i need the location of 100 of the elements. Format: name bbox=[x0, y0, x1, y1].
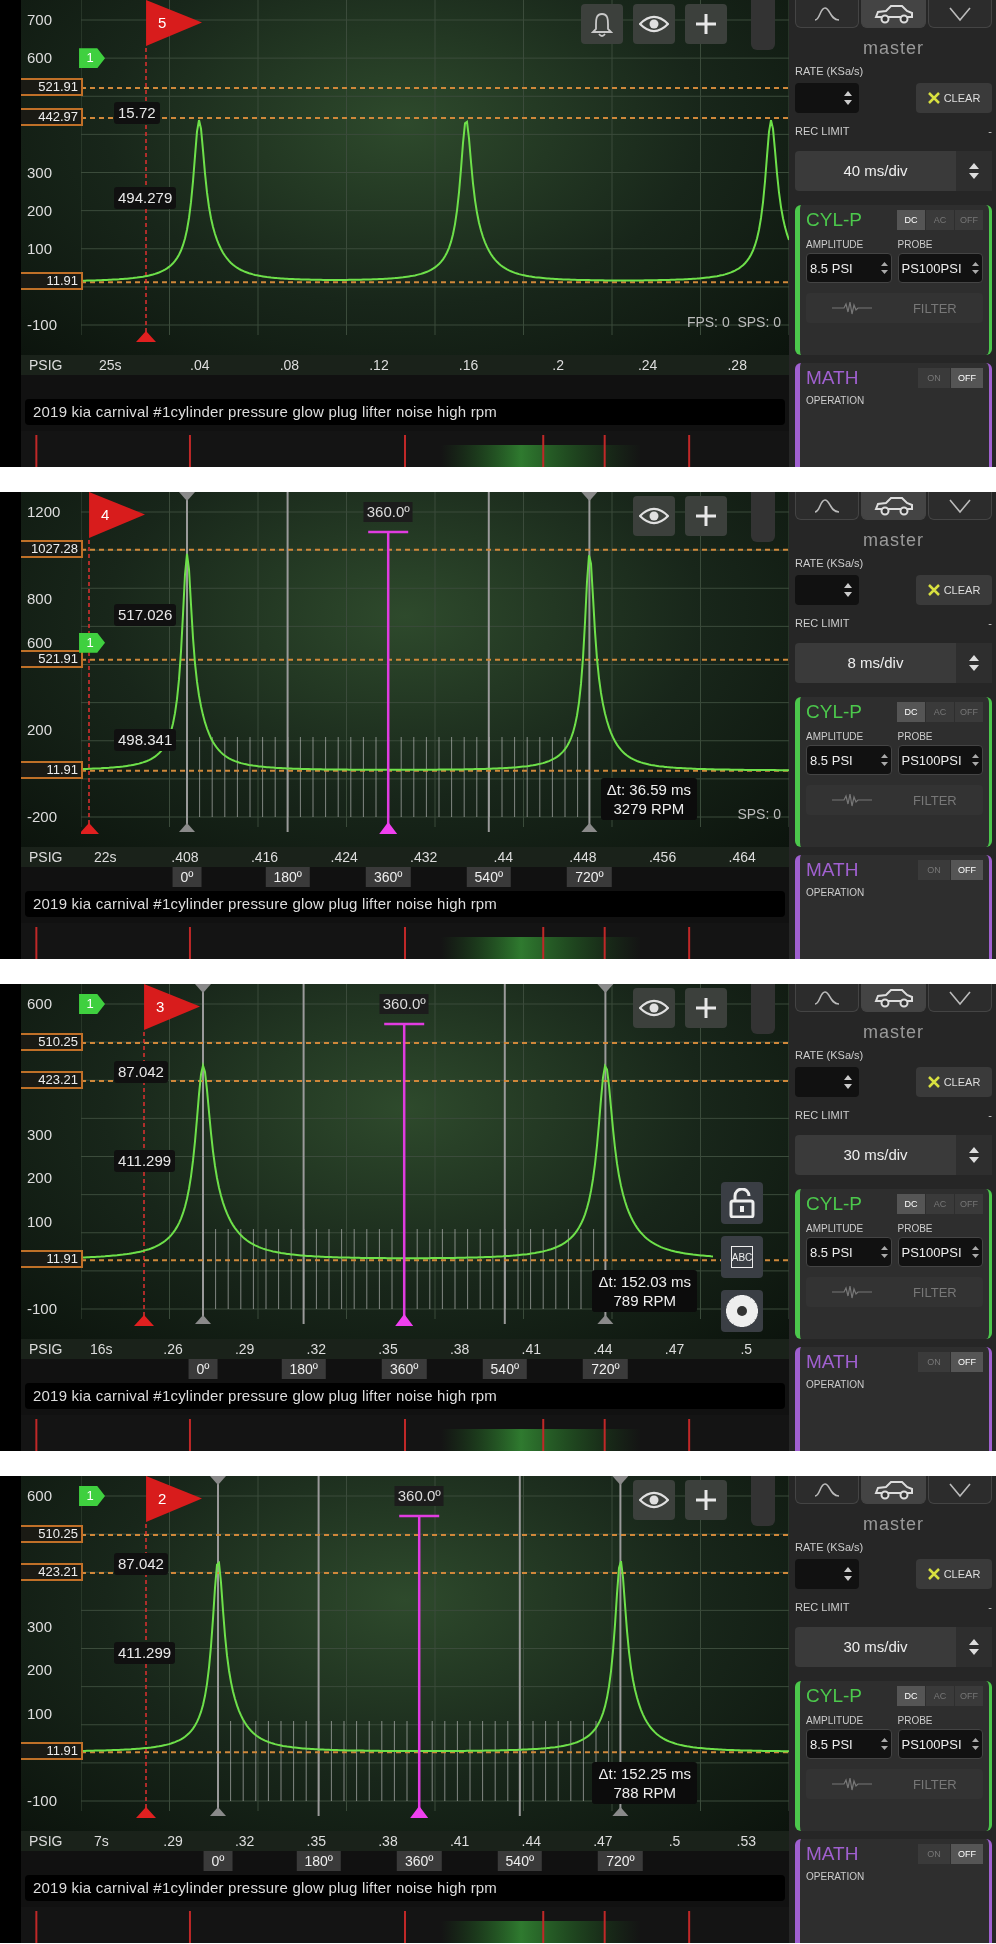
cursor-line[interactable] bbox=[81, 1080, 790, 1083]
car-tab[interactable] bbox=[861, 492, 926, 520]
trigger-marker-icon[interactable] bbox=[81, 823, 100, 834]
timebase-select[interactable]: 30 ms/div bbox=[795, 1627, 992, 1667]
amplitude-select[interactable]: 8.5 PSI bbox=[806, 1729, 892, 1759]
cursor-line[interactable] bbox=[81, 281, 790, 284]
cursor-label[interactable]: 1027.28 bbox=[21, 539, 84, 558]
cursor-line[interactable] bbox=[81, 86, 790, 89]
padlock-icon[interactable] bbox=[721, 1182, 764, 1224]
rate-field[interactable] bbox=[795, 1559, 860, 1589]
timebase-select[interactable]: 8 ms/div bbox=[795, 643, 992, 683]
cursor-label[interactable]: 11.91 bbox=[21, 1250, 84, 1269]
angle-marker-line[interactable] bbox=[317, 1476, 320, 1817]
cursor-line[interactable] bbox=[81, 658, 790, 661]
trigger-line[interactable] bbox=[143, 1031, 145, 1317]
waveform-tab[interactable] bbox=[795, 1476, 860, 1504]
math-toggle[interactable]: OFF bbox=[951, 1844, 983, 1864]
coupling-option[interactable]: DC bbox=[897, 1194, 925, 1214]
angle-marker-line[interactable] bbox=[503, 984, 506, 1325]
car-tab[interactable] bbox=[861, 984, 926, 1012]
plus-icon[interactable] bbox=[685, 1480, 728, 1520]
clear-button[interactable]: CLEAR bbox=[916, 83, 992, 113]
trigger-marker-icon[interactable] bbox=[136, 1807, 157, 1818]
cursor-line[interactable] bbox=[81, 1534, 790, 1537]
chevron-tab[interactable] bbox=[927, 0, 992, 28]
trigger-line[interactable] bbox=[145, 47, 147, 333]
text-label-button[interactable]: ABC bbox=[721, 1236, 764, 1278]
eye-icon[interactable] bbox=[633, 988, 676, 1028]
clear-button[interactable]: CLEAR bbox=[916, 575, 992, 605]
rate-field[interactable] bbox=[795, 575, 860, 605]
eye-icon[interactable] bbox=[633, 1480, 676, 1520]
timebase-select[interactable]: 30 ms/div bbox=[795, 1135, 992, 1175]
cursor-line[interactable] bbox=[81, 769, 790, 772]
cursor-line[interactable] bbox=[81, 1259, 790, 1262]
angle-marker-line[interactable] bbox=[195, 984, 212, 1325]
angle-marker-line[interactable] bbox=[518, 1476, 521, 1817]
angle-marker-line[interactable] bbox=[210, 1476, 227, 1817]
timebase-select[interactable]: 40 ms/div bbox=[795, 151, 992, 191]
probe-select[interactable]: PS100PSI bbox=[897, 1729, 983, 1759]
cursor-line[interactable] bbox=[81, 1042, 790, 1045]
drawer-handle[interactable] bbox=[751, 492, 776, 542]
amplitude-select[interactable]: 8.5 PSI bbox=[806, 1237, 892, 1267]
cursor-label[interactable]: 510.25 bbox=[21, 1033, 84, 1052]
cursor-label[interactable]: 521.91 bbox=[21, 649, 84, 668]
angle-marker-line[interactable] bbox=[286, 492, 289, 833]
angle-marker-line[interactable] bbox=[487, 492, 490, 833]
plus-icon[interactable] bbox=[685, 4, 728, 44]
waveform-tab[interactable] bbox=[795, 0, 860, 28]
math-toggle[interactable]: OFF bbox=[951, 1352, 983, 1372]
cursor-label[interactable]: 510.25 bbox=[21, 1525, 84, 1544]
drawer-handle[interactable] bbox=[751, 984, 776, 1034]
clear-button[interactable]: CLEAR bbox=[916, 1559, 992, 1589]
angle-marker-line[interactable] bbox=[179, 492, 196, 833]
eye-icon[interactable] bbox=[633, 4, 676, 44]
angle-marker-line[interactable] bbox=[302, 984, 305, 1325]
cursor-label[interactable]: 521.91 bbox=[21, 77, 84, 96]
rate-field[interactable] bbox=[795, 1067, 860, 1097]
waveform-tab[interactable] bbox=[795, 492, 860, 520]
math-toggle[interactable]: OFF bbox=[951, 860, 983, 880]
probe-select[interactable]: PS100PSI bbox=[897, 253, 983, 283]
amplitude-select[interactable]: 8.5 PSI bbox=[806, 253, 892, 283]
coupling-option[interactable]: DC bbox=[897, 1686, 925, 1706]
angle-cursor-line[interactable] bbox=[368, 530, 409, 834]
cursor-line[interactable] bbox=[81, 117, 790, 119]
settings-icon[interactable] bbox=[721, 1290, 764, 1332]
math-toggle[interactable]: OFF bbox=[951, 368, 983, 388]
rate-field[interactable] bbox=[795, 83, 860, 113]
angle-marker-line[interactable] bbox=[581, 492, 598, 833]
cursor-label[interactable]: 423.21 bbox=[21, 1563, 84, 1581]
waveform-tab[interactable] bbox=[795, 984, 860, 1012]
car-tab[interactable] bbox=[861, 1476, 926, 1504]
probe-select[interactable]: PS100PSI bbox=[897, 1237, 983, 1267]
clear-button[interactable]: CLEAR bbox=[916, 1067, 992, 1097]
trigger-line[interactable] bbox=[88, 539, 90, 825]
amplitude-select[interactable]: 8.5 PSI bbox=[806, 745, 892, 775]
bell-icon[interactable] bbox=[581, 4, 624, 44]
trigger-marker-icon[interactable] bbox=[134, 1315, 155, 1326]
cursor-line[interactable] bbox=[81, 548, 790, 551]
drawer-handle[interactable] bbox=[751, 0, 776, 50]
cursor-label[interactable]: 11.91 bbox=[21, 760, 84, 779]
plus-icon[interactable] bbox=[685, 496, 728, 536]
cursor-line[interactable] bbox=[81, 1751, 790, 1754]
chevron-tab[interactable] bbox=[927, 1476, 992, 1504]
coupling-option[interactable]: DC bbox=[897, 210, 925, 230]
car-tab[interactable] bbox=[861, 0, 926, 28]
angle-cursor-line[interactable] bbox=[399, 1514, 440, 1818]
eye-icon[interactable] bbox=[633, 496, 676, 536]
angle-cursor-line[interactable] bbox=[384, 1022, 425, 1326]
coupling-option[interactable]: DC bbox=[897, 702, 925, 722]
plus-icon[interactable] bbox=[685, 988, 728, 1028]
cursor-label[interactable]: 423.21 bbox=[21, 1071, 84, 1089]
angle-marker-line[interactable] bbox=[597, 984, 614, 1325]
cursor-line[interactable] bbox=[81, 1572, 790, 1575]
drawer-handle[interactable] bbox=[751, 1476, 776, 1526]
chevron-tab[interactable] bbox=[927, 492, 992, 520]
probe-select[interactable]: PS100PSI bbox=[897, 745, 983, 775]
cursor-label[interactable]: 11.91 bbox=[21, 272, 84, 291]
trigger-line[interactable] bbox=[145, 1523, 147, 1809]
cursor-label[interactable]: 442.97 bbox=[21, 108, 84, 126]
cursor-label[interactable]: 11.91 bbox=[21, 1742, 84, 1761]
